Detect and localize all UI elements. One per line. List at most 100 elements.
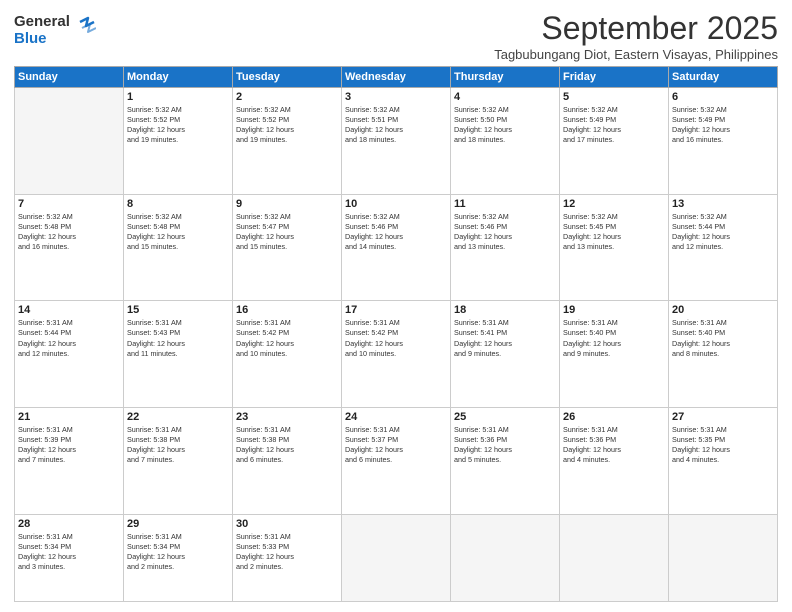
- header: General Blue September 2025 Tagbubungang…: [14, 10, 778, 62]
- col-thursday: Thursday: [451, 67, 560, 88]
- day-info: Sunrise: 5:31 AM Sunset: 5:38 PM Dayligh…: [236, 425, 338, 465]
- title-area: September 2025 Tagbubungang Diot, Easter…: [494, 10, 778, 62]
- day-number: 17: [345, 304, 447, 316]
- table-row: 13 Sunrise: 5:32 AM Sunset: 5:44 PM Dayli…: [669, 194, 778, 301]
- day-info: Sunrise: 5:31 AM Sunset: 5:42 PM Dayligh…: [345, 318, 447, 358]
- day-number: 27: [672, 411, 774, 423]
- day-info: Sunrise: 5:31 AM Sunset: 5:39 PM Dayligh…: [18, 425, 120, 465]
- table-row: 8Sunrise: 5:32 AM Sunset: 5:48 PM Daylig…: [124, 194, 233, 301]
- day-number: 16: [236, 304, 338, 316]
- week-row-3: 14Sunrise: 5:31 AM Sunset: 5:44 PM Dayli…: [15, 301, 778, 408]
- week-row-2: 7 Sunrise: 5:32 AM Sunset: 5:48 PM Daylig…: [15, 194, 778, 301]
- day-info: Sunrise: 5:31 AM Sunset: 5:41 PM Dayligh…: [454, 318, 556, 358]
- week-row-1: 1Sunrise: 5:32 AM Sunset: 5:52 PM Daylig…: [15, 88, 778, 195]
- day-info: Sunrise: 5:31 AM Sunset: 5:43 PM Dayligh…: [127, 318, 229, 358]
- day-number: 20: [672, 304, 774, 316]
- col-sunday: Sunday: [15, 67, 124, 88]
- table-row: 16Sunrise: 5:31 AM Sunset: 5:42 PM Dayli…: [233, 301, 342, 408]
- day-number: 21: [18, 411, 120, 423]
- day-number: 12: [563, 198, 665, 210]
- day-info: Sunrise: 5:32 AM Sunset: 5:52 PM Dayligh…: [127, 105, 229, 145]
- table-row: 3 Sunrise: 5:32 AM Sunset: 5:51 PM Daylig…: [342, 88, 451, 195]
- day-info: Sunrise: 5:31 AM Sunset: 5:37 PM Dayligh…: [345, 425, 447, 465]
- day-number: 25: [454, 411, 556, 423]
- table-row: [15, 88, 124, 195]
- day-info: Sunrise: 5:32 AM Sunset: 5:46 PM Dayligh…: [345, 212, 447, 252]
- day-number: 29: [127, 518, 229, 530]
- day-number: 5: [563, 91, 665, 103]
- col-wednesday: Wednesday: [342, 67, 451, 88]
- day-info: Sunrise: 5:32 AM Sunset: 5:48 PM Dayligh…: [18, 212, 120, 252]
- day-info: Sunrise: 5:32 AM Sunset: 5:49 PM Dayligh…: [672, 105, 774, 145]
- day-number: 3: [345, 91, 447, 103]
- day-number: 2: [236, 91, 338, 103]
- table-row: 23Sunrise: 5:31 AM Sunset: 5:38 PM Dayli…: [233, 408, 342, 515]
- day-info: Sunrise: 5:31 AM Sunset: 5:34 PM Dayligh…: [127, 532, 229, 572]
- day-number: 9: [236, 198, 338, 210]
- table-row: 19 Sunrise: 5:31 AM Sunset: 5:40 PM Dayli…: [560, 301, 669, 408]
- table-row: 25 Sunrise: 5:31 AM Sunset: 5:36 PM Dayli…: [451, 408, 560, 515]
- table-row: 27Sunrise: 5:31 AM Sunset: 5:35 PM Dayli…: [669, 408, 778, 515]
- table-row: 30Sunrise: 5:31 AM Sunset: 5:33 PM Dayli…: [233, 514, 342, 601]
- calendar-table: Sunday Monday Tuesday Wednesday Thursday…: [14, 66, 778, 602]
- day-number: 19: [563, 304, 665, 316]
- day-info: Sunrise: 5:31 AM Sunset: 5:40 PM Dayligh…: [563, 318, 665, 358]
- col-friday: Friday: [560, 67, 669, 88]
- table-row: 21 Sunrise: 5:31 AM Sunset: 5:39 PM Dayli…: [15, 408, 124, 515]
- day-info: Sunrise: 5:31 AM Sunset: 5:36 PM Dayligh…: [563, 425, 665, 465]
- subtitle: Tagbubungang Diot, Eastern Visayas, Phil…: [494, 47, 778, 62]
- logo-bird-icon: [72, 14, 96, 44]
- table-row: 20 Sunrise: 5:31 AM Sunset: 5:40 PM Dayli…: [669, 301, 778, 408]
- table-row: 2Sunrise: 5:32 AM Sunset: 5:52 PM Daylig…: [233, 88, 342, 195]
- table-row: 17 Sunrise: 5:31 AM Sunset: 5:42 PM Dayli…: [342, 301, 451, 408]
- month-title: September 2025: [494, 10, 778, 47]
- table-row: 22 Sunrise: 5:31 AM Sunset: 5:38 PM Dayli…: [124, 408, 233, 515]
- logo: General Blue: [14, 14, 96, 47]
- day-number: 24: [345, 411, 447, 423]
- table-row: 6 Sunrise: 5:32 AM Sunset: 5:49 PM Daylig…: [669, 88, 778, 195]
- logo-line1: General: [14, 14, 70, 31]
- col-saturday: Saturday: [669, 67, 778, 88]
- day-number: 22: [127, 411, 229, 423]
- table-row: 9Sunrise: 5:32 AM Sunset: 5:47 PM Daylig…: [233, 194, 342, 301]
- day-number: 10: [345, 198, 447, 210]
- day-number: 15: [127, 304, 229, 316]
- day-number: 4: [454, 91, 556, 103]
- day-number: 8: [127, 198, 229, 210]
- header-row: Sunday Monday Tuesday Wednesday Thursday…: [15, 67, 778, 88]
- table-row: 5Sunrise: 5:32 AM Sunset: 5:49 PM Daylig…: [560, 88, 669, 195]
- table-row: 12Sunrise: 5:32 AM Sunset: 5:45 PM Dayli…: [560, 194, 669, 301]
- table-row: [342, 514, 451, 601]
- table-row: 4 Sunrise: 5:32 AM Sunset: 5:50 PM Daylig…: [451, 88, 560, 195]
- table-row: [451, 514, 560, 601]
- day-number: 13: [672, 198, 774, 210]
- day-info: Sunrise: 5:31 AM Sunset: 5:36 PM Dayligh…: [454, 425, 556, 465]
- day-info: Sunrise: 5:32 AM Sunset: 5:50 PM Dayligh…: [454, 105, 556, 145]
- day-info: Sunrise: 5:31 AM Sunset: 5:40 PM Dayligh…: [672, 318, 774, 358]
- week-row-5: 28 Sunrise: 5:31 AM Sunset: 5:34 PM Dayli…: [15, 514, 778, 601]
- page: General Blue September 2025 Tagbubungang…: [0, 0, 792, 612]
- day-info: Sunrise: 5:32 AM Sunset: 5:51 PM Dayligh…: [345, 105, 447, 145]
- table-row: 10 Sunrise: 5:32 AM Sunset: 5:46 PM Dayli…: [342, 194, 451, 301]
- table-row: 1Sunrise: 5:32 AM Sunset: 5:52 PM Daylig…: [124, 88, 233, 195]
- table-row: 15 Sunrise: 5:31 AM Sunset: 5:43 PM Dayli…: [124, 301, 233, 408]
- table-row: [669, 514, 778, 601]
- table-row: 24 Sunrise: 5:31 AM Sunset: 5:37 PM Dayli…: [342, 408, 451, 515]
- day-number: 11: [454, 198, 556, 210]
- day-number: 14: [18, 304, 120, 316]
- table-row: 14Sunrise: 5:31 AM Sunset: 5:44 PM Dayli…: [15, 301, 124, 408]
- day-info: Sunrise: 5:32 AM Sunset: 5:44 PM Dayligh…: [672, 212, 774, 252]
- day-number: 28: [18, 518, 120, 530]
- day-number: 6: [672, 91, 774, 103]
- day-info: Sunrise: 5:32 AM Sunset: 5:46 PM Dayligh…: [454, 212, 556, 252]
- logo-line2: Blue: [14, 31, 70, 48]
- logo-area: General Blue: [14, 10, 96, 47]
- table-row: 29 Sunrise: 5:31 AM Sunset: 5:34 PM Dayli…: [124, 514, 233, 601]
- day-number: 7: [18, 198, 120, 210]
- col-tuesday: Tuesday: [233, 67, 342, 88]
- day-info: Sunrise: 5:31 AM Sunset: 5:38 PM Dayligh…: [127, 425, 229, 465]
- day-number: 26: [563, 411, 665, 423]
- table-row: 7 Sunrise: 5:32 AM Sunset: 5:48 PM Daylig…: [15, 194, 124, 301]
- day-info: Sunrise: 5:31 AM Sunset: 5:33 PM Dayligh…: [236, 532, 338, 572]
- table-row: 26 Sunrise: 5:31 AM Sunset: 5:36 PM Dayli…: [560, 408, 669, 515]
